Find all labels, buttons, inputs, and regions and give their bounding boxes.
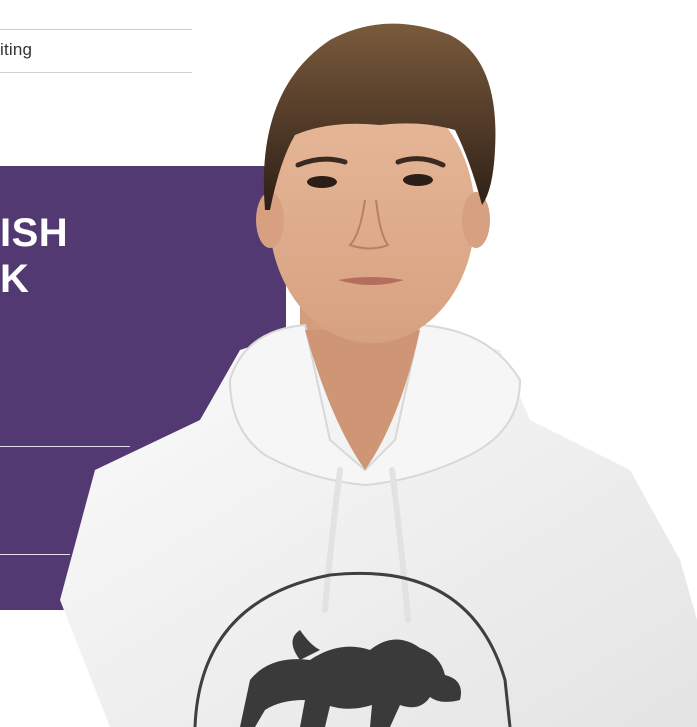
- student-portrait: [60, 23, 697, 727]
- eye-left: [307, 176, 337, 188]
- eye-right: [403, 174, 433, 186]
- page: iting ISH K: [0, 0, 697, 727]
- ear-right: [462, 192, 490, 248]
